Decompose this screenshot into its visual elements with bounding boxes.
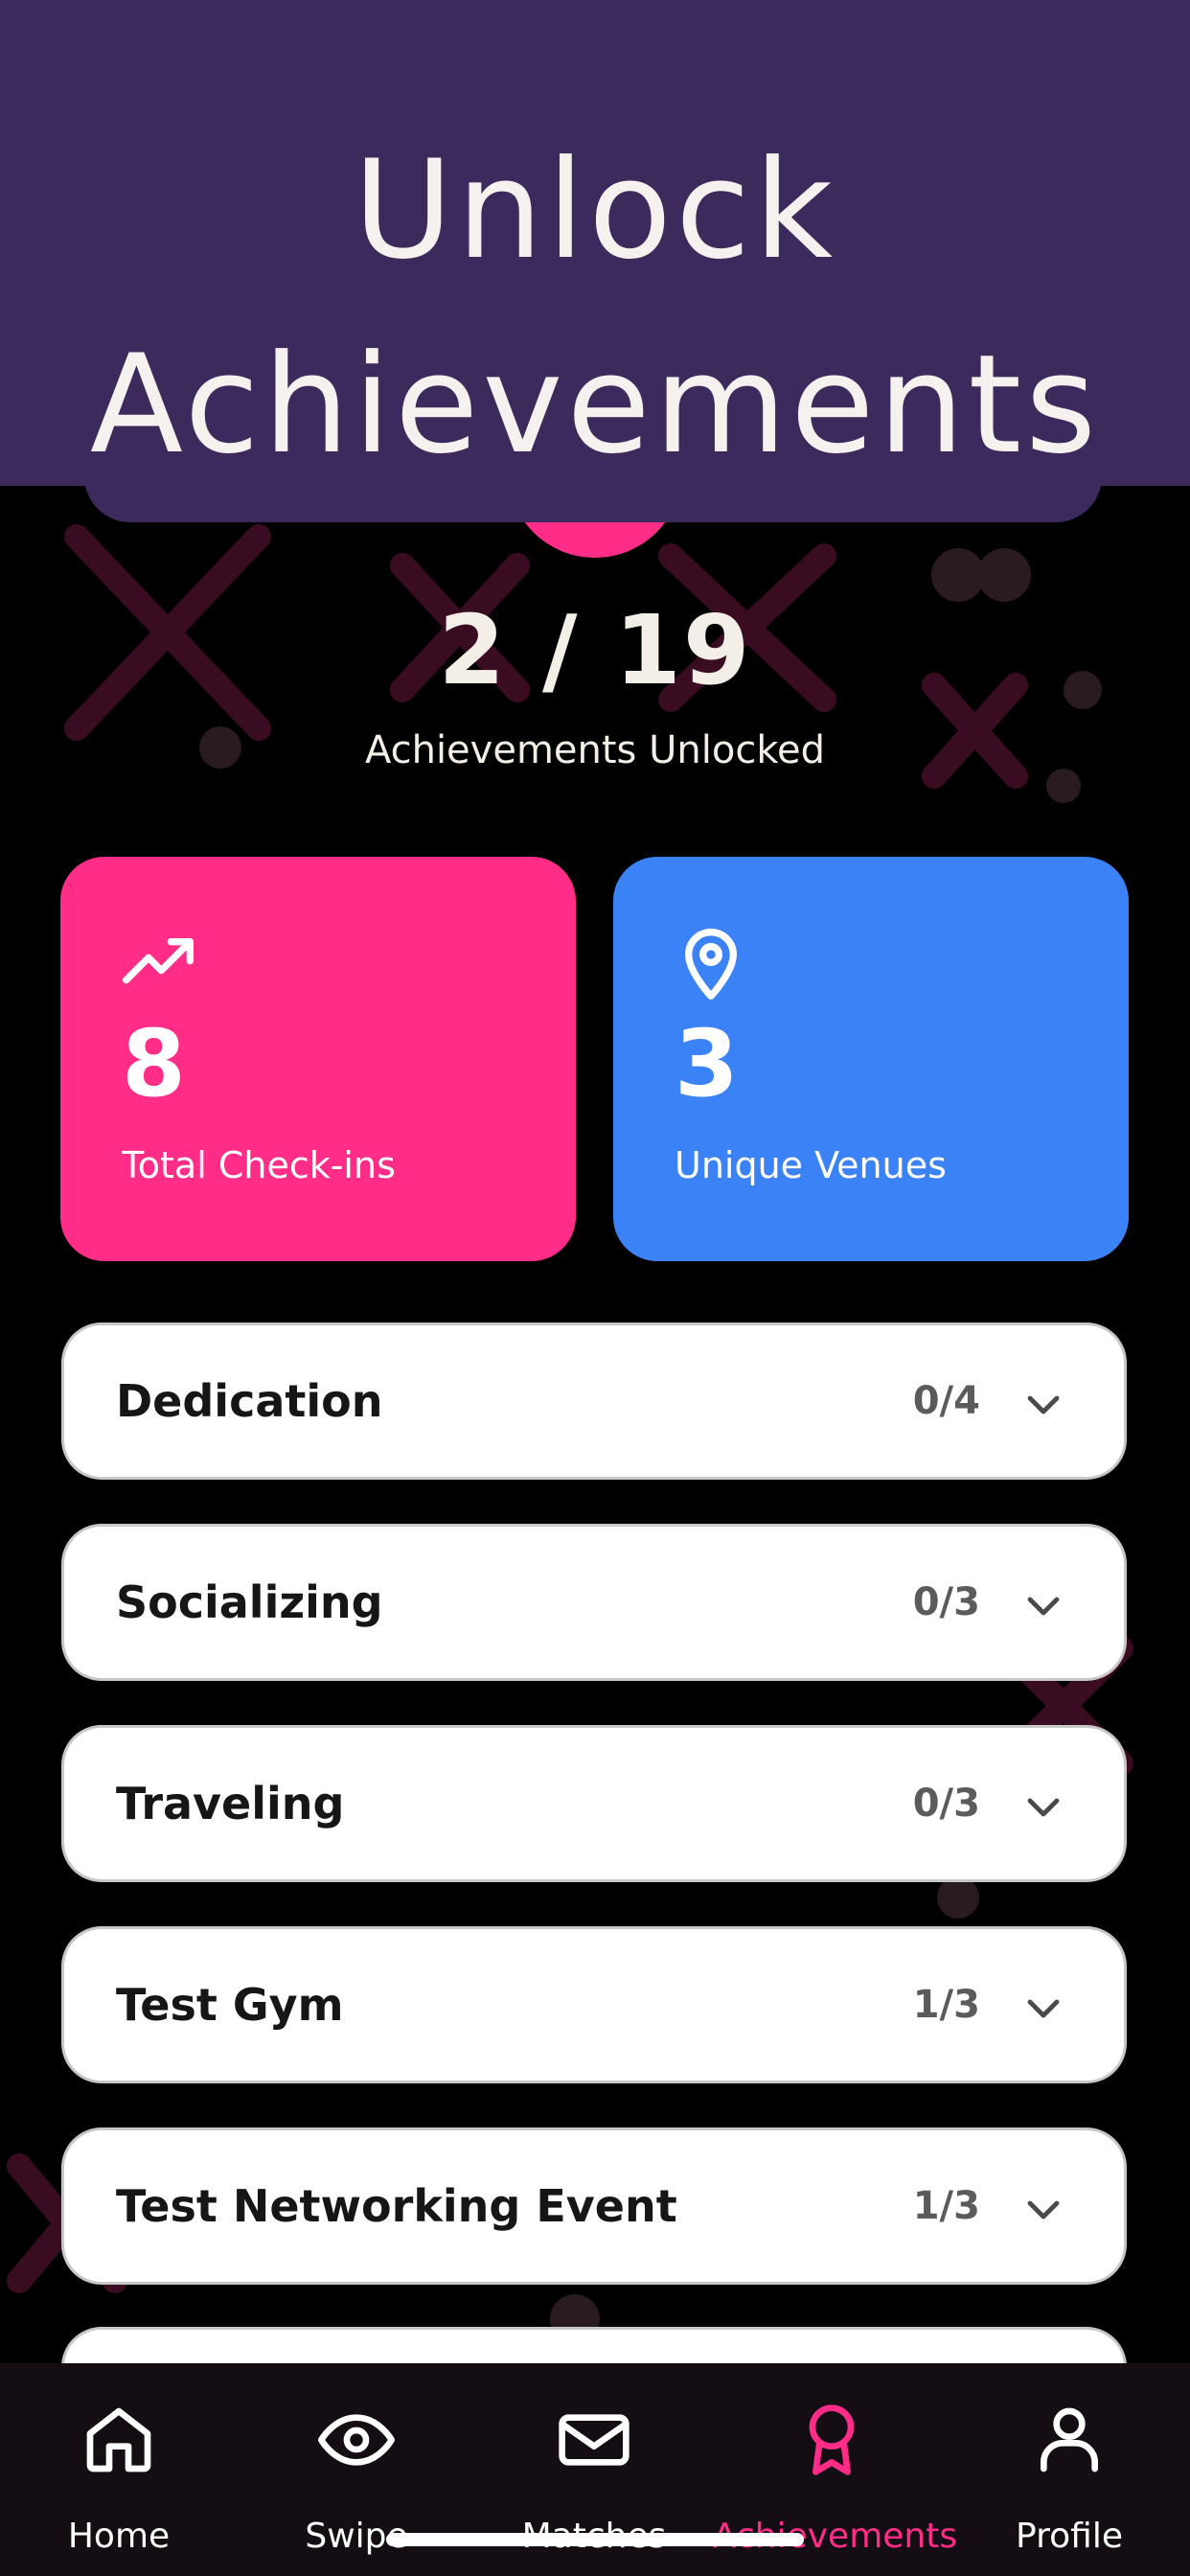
category-name: Traveling xyxy=(116,1778,345,1829)
chevron-down-icon[interactable] xyxy=(1020,2186,1066,2232)
home-indicator[interactable] xyxy=(386,2533,804,2546)
stat-label: Unique Venues xyxy=(675,1144,947,1186)
nav-home[interactable]: Home xyxy=(0,2363,238,2576)
category-progress: 0/3 xyxy=(912,1580,980,1624)
nav-label: Profile xyxy=(1016,2517,1123,2556)
page-title: Unlock Achievements xyxy=(0,113,1190,502)
trending-up-icon xyxy=(122,938,194,984)
category-dedication[interactable]: Dedication 0/4 xyxy=(61,1322,1127,1480)
stat-card-venues: 3 Unique Venues xyxy=(613,857,1129,1261)
nav-label: Home xyxy=(67,2517,171,2556)
page-title-line2: Achievements xyxy=(89,326,1101,484)
category-test-networking-event[interactable]: Test Networking Event 1/3 xyxy=(61,2128,1127,2285)
home-icon xyxy=(86,2407,151,2472)
chevron-down-icon[interactable] xyxy=(1020,1582,1066,1628)
chevron-down-icon[interactable] xyxy=(1020,1381,1066,1427)
stat-label: Total Check-ins xyxy=(122,1144,396,1186)
award-icon xyxy=(809,2404,855,2475)
achievements-count: 2 / 19 xyxy=(438,594,752,706)
category-socializing[interactable]: Socializing 0/3 xyxy=(61,1524,1127,1681)
stat-value: 8 xyxy=(122,1010,186,1117)
stat-value: 3 xyxy=(675,1010,739,1117)
category-name: Test Gym xyxy=(116,1979,344,2031)
category-traveling[interactable]: Traveling 0/3 xyxy=(61,1725,1127,1882)
category-name: Test Networking Event xyxy=(116,2180,677,2232)
category-progress: 0/4 xyxy=(912,1379,980,1423)
map-pin-icon xyxy=(685,929,737,1000)
category-name: Dedication xyxy=(116,1375,383,1427)
mail-icon xyxy=(559,2414,629,2466)
eye-icon xyxy=(318,2414,395,2466)
category-progress: 0/3 xyxy=(912,1782,980,1826)
chevron-down-icon[interactable] xyxy=(1020,1985,1066,2031)
user-icon xyxy=(1041,2407,1098,2472)
category-name: Socializing xyxy=(116,1576,383,1628)
stat-card-checkins: 8 Total Check-ins xyxy=(60,857,576,1261)
category-progress: 1/3 xyxy=(912,2184,980,2228)
nav-profile[interactable]: Profile xyxy=(950,2363,1188,2576)
page-title-line1: Unlock xyxy=(353,131,837,289)
chevron-down-icon[interactable] xyxy=(1020,1783,1066,1829)
achievements-label: Achievements Unlocked xyxy=(364,728,826,772)
category-test-gym[interactable]: Test Gym 1/3 xyxy=(61,1926,1127,2083)
category-progress: 1/3 xyxy=(912,1983,980,2027)
